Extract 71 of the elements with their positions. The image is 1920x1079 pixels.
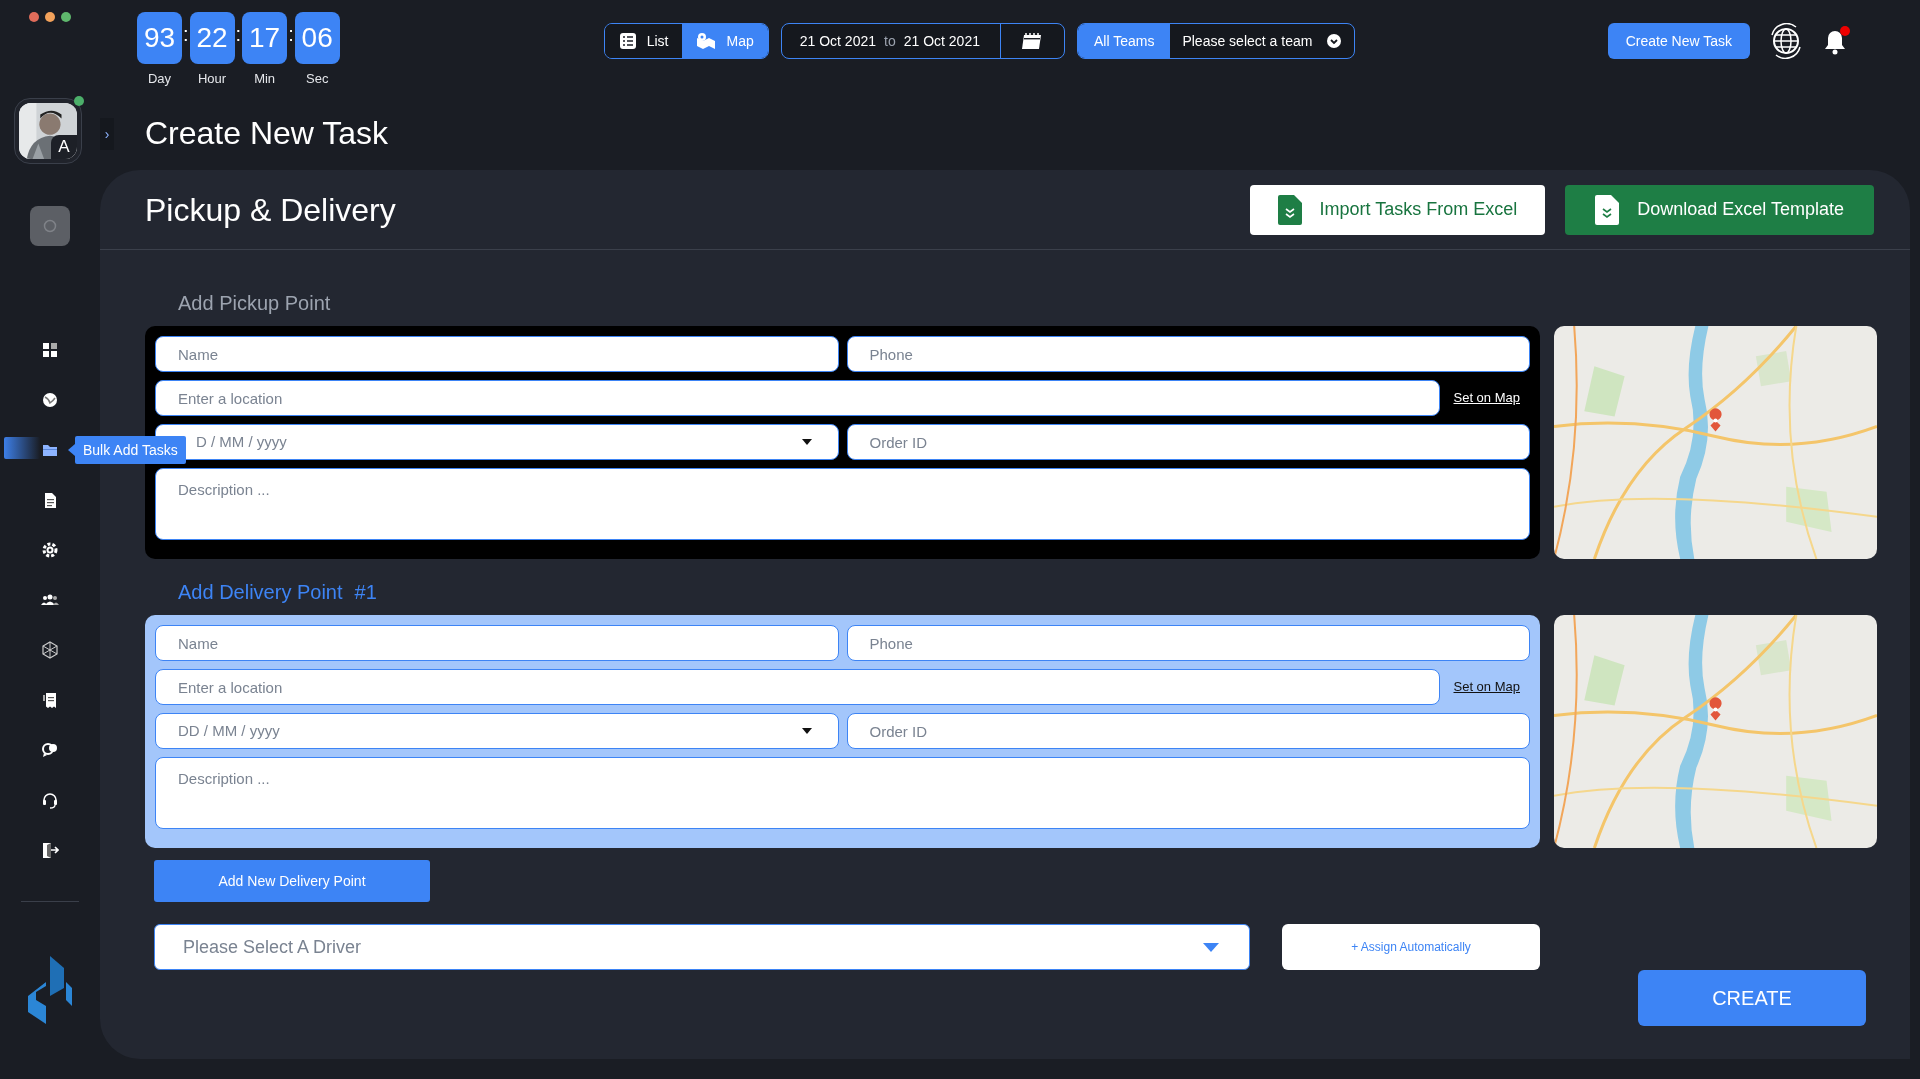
name-field[interactable]: Name: [155, 336, 839, 372]
create-new-task-button[interactable]: Create New Task: [1607, 23, 1750, 59]
set-on-map-link[interactable]: Set on Map: [1453, 388, 1530, 408]
avatar[interactable]: A: [19, 103, 77, 159]
countdown-digits: 22: [189, 12, 235, 64]
dropdown-arrow-icon: [801, 728, 812, 734]
user-initial: A: [51, 135, 77, 159]
date-separator: to: [883, 31, 897, 51]
map-icon: [696, 32, 717, 50]
calendar-icon: [1021, 32, 1044, 50]
window-controls[interactable]: [29, 12, 71, 22]
spreadsheet-icon: [1595, 194, 1620, 225]
tooltip: Bulk Add Tasks: [75, 436, 186, 464]
create-button[interactable]: CREATE: [1638, 970, 1866, 1026]
countdown-label: Day: [147, 70, 172, 88]
chat-icon: [41, 741, 59, 759]
add-delivery-point-button[interactable]: Add New Delivery Point: [154, 860, 430, 902]
grid-icon: [41, 341, 59, 359]
assign-automatically-button[interactable]: + Assign Automatically: [1282, 924, 1540, 970]
section-heading: Add Delivery Point #1: [177, 580, 378, 605]
countdown-label: Sec: [306, 70, 329, 88]
list-icon: [618, 32, 637, 50]
location-field[interactable]: Enter a location: [155, 669, 1440, 705]
card-title: Pickup & Delivery: [145, 190, 396, 230]
page-title: Create New Task: [145, 113, 389, 153]
date-to[interactable]: 21 Oct 2021: [903, 30, 1000, 52]
description-field[interactable]: Description ...: [155, 757, 1530, 829]
sidebar-item[interactable]: [41, 791, 59, 809]
download-template-button[interactable]: Download Excel Template: [1565, 184, 1874, 235]
sidebar-item[interactable]: [41, 841, 59, 859]
selected-indicator: [4, 437, 40, 459]
dropdown-arrow-icon: [801, 439, 812, 445]
location-field[interactable]: Enter a location: [155, 380, 1440, 416]
view-tab[interactable]: List: [604, 24, 683, 58]
headset-icon: [41, 791, 59, 809]
countdown-label: Min: [254, 70, 276, 88]
sidebar-item[interactable]: [41, 741, 59, 759]
sidebar-item[interactable]: [41, 691, 59, 709]
gear-icon: [41, 541, 59, 559]
countdown-digits: 17: [242, 12, 288, 64]
description-field[interactable]: Description ...: [155, 468, 1530, 540]
date-from[interactable]: 21 Oct 2021: [781, 30, 876, 52]
search-button[interactable]: [30, 206, 70, 246]
timer-separator: :: [288, 24, 294, 44]
phone-field[interactable]: Phone: [846, 336, 1530, 372]
sidebar-item[interactable]: [41, 641, 59, 659]
dropdown-arrow-icon: [1203, 942, 1219, 952]
view-tab[interactable]: Map: [682, 24, 768, 58]
receipt-icon: [41, 691, 59, 709]
countdown-digits: 93: [137, 12, 182, 64]
notification-bell[interactable]: [1822, 26, 1850, 56]
spreadsheet-icon: [1277, 194, 1302, 225]
section-heading: Add Pickup Point: [177, 291, 332, 316]
search-icon: [42, 218, 58, 234]
bell-icon: [1822, 28, 1848, 56]
phone-field[interactable]: Phone: [846, 625, 1530, 661]
logout-icon: [41, 841, 59, 859]
import-excel-button[interactable]: Import Tasks From Excel: [1249, 184, 1546, 235]
driver-select[interactable]: Please Select A Driver: [154, 924, 1250, 970]
countdown-label: Hour: [197, 70, 227, 88]
order-id-field[interactable]: Order ID: [846, 424, 1530, 460]
date-select[interactable]: DD / MM / yyyy: [155, 713, 839, 749]
timer-separator: :: [235, 24, 242, 44]
set-on-map-link[interactable]: Set on Map: [1453, 677, 1530, 697]
expand-sidebar-button[interactable]: ›: [100, 118, 114, 150]
order-id-field[interactable]: Order ID: [846, 713, 1530, 749]
network-icon: [41, 641, 59, 659]
countdown-digits: 06: [294, 12, 340, 64]
name-field[interactable]: Name: [155, 625, 839, 661]
sidebar-item[interactable]: [41, 341, 59, 359]
timer-separator: :: [183, 24, 189, 44]
